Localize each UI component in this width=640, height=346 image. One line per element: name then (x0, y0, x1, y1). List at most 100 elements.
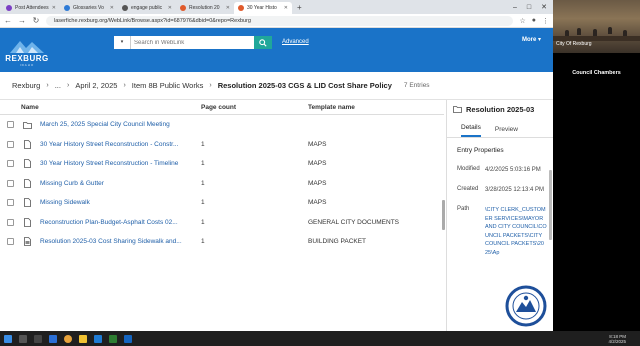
tab-close-icon[interactable]: ✕ (52, 5, 56, 11)
bookmark-star-icon[interactable]: ☆ (519, 17, 525, 25)
path-label: Path (457, 206, 470, 212)
tab-close-icon[interactable]: ✕ (168, 5, 172, 11)
row-checkbox[interactable] (5, 160, 16, 168)
table-row[interactable]: March 25, 2025 Special City Council Meet… (0, 115, 444, 135)
table-row[interactable]: Reconstruction Plan-Budget-Asphalt Costs… (0, 213, 444, 233)
back-icon[interactable]: ← (4, 16, 12, 25)
entry-count: 7 Entries (403, 82, 430, 89)
pdf-document-icon (22, 237, 32, 247)
template-name-cell: MAPS (308, 179, 327, 187)
zoom-taskbar-icon[interactable] (49, 334, 57, 343)
chevron-right-icon: › (66, 82, 70, 89)
tab-close-icon[interactable]: ✕ (226, 5, 230, 11)
close-window-icon[interactable]: ✕ (541, 2, 547, 14)
entry-name-link[interactable]: March 25, 2025 Special City Council Meet… (40, 121, 340, 128)
edge-icon[interactable] (94, 334, 102, 343)
tab-label: Resolution 20 (189, 5, 220, 11)
table-scrollbar[interactable] (442, 200, 445, 230)
row-checkbox[interactable] (5, 218, 16, 226)
tab-details[interactable]: Details (461, 124, 481, 137)
clock-time: 8:18 PM (609, 333, 626, 339)
template-name-cell: BUILDING PACKET (308, 238, 367, 246)
entry-name-link[interactable]: Missing Curb & Gutter (40, 180, 199, 187)
tab-close-icon[interactable]: ✕ (284, 5, 288, 11)
panel-title: Resolution 2025-03 (447, 100, 553, 118)
row-checkbox[interactable] (5, 199, 16, 207)
more-menu-button[interactable]: More ▾ (522, 36, 541, 43)
document-icon (22, 139, 32, 149)
browser-tab[interactable]: engage public ✕ (118, 2, 176, 14)
table-row[interactable]: Missing Sidewalk 1 MAPS (0, 193, 444, 213)
reload-icon[interactable]: ↻ (32, 16, 40, 25)
column-header-page-count[interactable]: Page count (199, 104, 308, 111)
tab-close-icon[interactable]: ✕ (110, 5, 114, 11)
profile-icon[interactable]: ● (532, 17, 536, 24)
column-header-name[interactable]: Name (21, 104, 199, 111)
new-tab-button[interactable]: + (292, 2, 307, 14)
modified-label: Modified (457, 166, 480, 172)
table-row[interactable]: Resolution 2025-03 Cost Sharing Sidewalk… (0, 232, 444, 252)
page-count-cell: 1 (201, 199, 205, 207)
table-row[interactable]: 30 Year History Street Reconstruction - … (0, 135, 444, 155)
breadcrumb-current: Resolution 2025-03 CGS & LID Cost Share … (217, 81, 392, 90)
address-bar-row: ← → ↻ laserfiche.rexburg.org/WebLink/Bro… (0, 14, 553, 28)
page-count-cell: 1 (201, 218, 205, 226)
file-explorer-icon[interactable] (79, 334, 87, 343)
breadcrumb-item[interactable]: Rexburg (12, 81, 40, 90)
search-taskbar-icon[interactable] (19, 334, 27, 343)
browser-tab[interactable]: 30 Year Histo ✕ (234, 2, 292, 14)
panel-scrollbar[interactable] (549, 170, 552, 240)
system-clock[interactable]: 8:18 PM 4/2/2025 (608, 334, 626, 344)
path-value-link[interactable]: \CITY CLERK_CUSTOMER SERVICES\MAYOR AND … (485, 206, 547, 257)
tab-preview[interactable]: Preview (495, 126, 518, 137)
browser-tab[interactable]: Post Attendees ✕ (2, 2, 60, 14)
clock-date: 4/2/2025 (608, 338, 626, 344)
row-checkbox[interactable] (5, 179, 16, 187)
task-view-icon[interactable] (34, 334, 42, 343)
tab-label: Glossaries Vo (73, 5, 104, 11)
search-input[interactable] (131, 36, 254, 49)
breadcrumb-item[interactable]: April 2, 2025 (75, 81, 117, 90)
browser-menu-icon[interactable]: ⋮ (542, 17, 549, 25)
entry-properties: Entry Properties Modified 4/2/2025 5:03:… (447, 138, 553, 257)
window-controls: – □ ✕ (513, 2, 553, 14)
maximize-icon[interactable]: □ (527, 2, 531, 14)
details-panel: Resolution 2025-03 Details Preview Entry… (446, 100, 553, 331)
start-icon[interactable] (4, 334, 12, 343)
advanced-search-link[interactable]: Advanced (282, 39, 309, 45)
url-field[interactable]: laserfiche.rexburg.org/WebLink/Browse.as… (46, 15, 514, 26)
entry-name-link[interactable]: 30 Year History Street Reconstruction - … (40, 141, 199, 148)
search-button[interactable] (254, 36, 272, 49)
panel-title-text: Resolution 2025-03 (466, 104, 535, 114)
minimize-icon[interactable]: – (513, 2, 517, 14)
document-icon (22, 217, 32, 227)
breadcrumb-item[interactable]: ... (55, 81, 61, 90)
table-header: Name Page count Template name (0, 100, 444, 115)
search-type-dropdown[interactable]: ▾ (114, 36, 131, 49)
entry-name-link[interactable]: Reconstruction Plan-Budget-Asphalt Costs… (40, 219, 199, 226)
table-row[interactable]: 30 Year History Street Reconstruction - … (0, 154, 444, 174)
row-checkbox[interactable] (5, 238, 16, 246)
browser-tab[interactable]: Resolution 20 ✕ (176, 2, 234, 14)
tab-label: 30 Year Histo (247, 5, 277, 11)
breadcrumb-item[interactable]: Item 8B Public Works (132, 81, 204, 90)
logo-subtitle: IDAHO (19, 63, 35, 67)
tab-favicon-icon (64, 5, 70, 11)
browser-tab[interactable]: Glossaries Vo ✕ (60, 2, 118, 14)
column-header-template[interactable]: Template name (308, 104, 438, 111)
tab-favicon-icon (180, 5, 186, 11)
city-seal-icon (505, 285, 547, 327)
rexburg-logo[interactable]: REXBURG IDAHO (4, 33, 50, 67)
entry-name-link[interactable]: Resolution 2025-03 Cost Sharing Sidewalk… (40, 238, 199, 245)
tab-favicon-icon (122, 5, 128, 11)
chrome-taskbar-icon[interactable] (64, 334, 72, 343)
entry-name-link[interactable]: 30 Year History Street Reconstruction - … (40, 160, 199, 167)
row-checkbox[interactable] (5, 121, 16, 129)
zoom-video-feed[interactable]: City Of Rexburg (553, 0, 640, 53)
forward-icon[interactable]: → (18, 16, 26, 25)
row-checkbox[interactable] (5, 140, 16, 148)
entry-name-link[interactable]: Missing Sidewalk (40, 199, 199, 206)
word-icon[interactable] (124, 334, 132, 343)
app-icon[interactable] (109, 334, 117, 343)
table-row[interactable]: Missing Curb & Gutter 1 MAPS (0, 174, 444, 194)
